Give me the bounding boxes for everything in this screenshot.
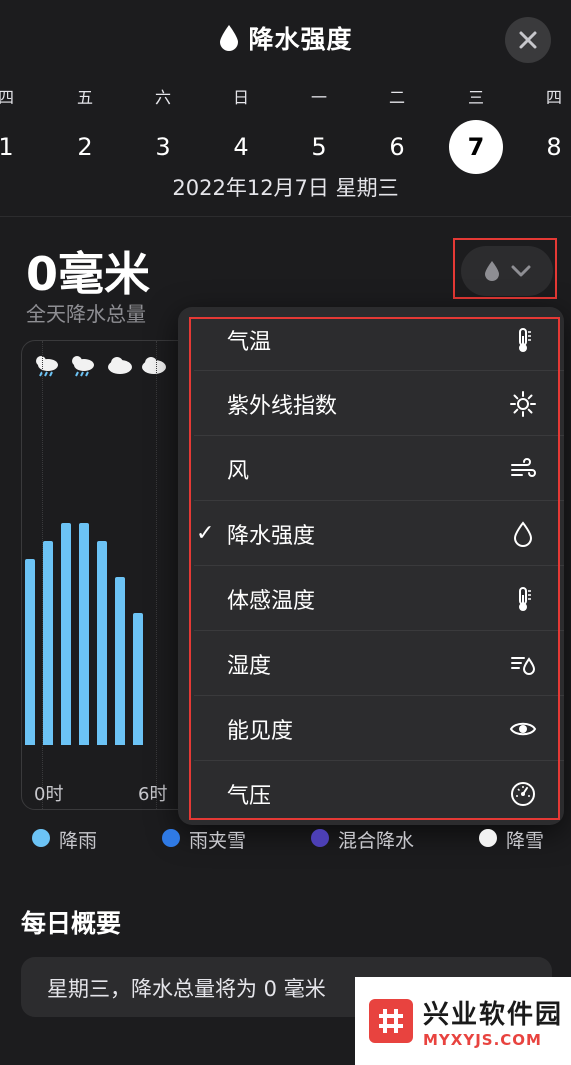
legend-label: 降雪 (506, 830, 545, 852)
weekday-label: 二 (388, 88, 406, 107)
day-button[interactable]: 2 (58, 120, 112, 174)
weekday-label: 四 (0, 88, 15, 107)
day-button[interactable]: 6 (370, 120, 424, 174)
cloud-sun-rain-icon (36, 356, 58, 377)
date-line: 2022年12月7日 星期三 (172, 176, 399, 200)
legend-swatch-rain (32, 829, 50, 847)
legend-swatch-snow (479, 829, 497, 847)
watermark-text: 兴业软件园 (423, 999, 564, 1030)
weekday-label: 六 (154, 88, 172, 107)
precipitation-caption: 全天降水总量 (26, 302, 146, 326)
chart-bar (133, 613, 143, 745)
watermark-url: MYXYJS.COM (423, 1030, 542, 1049)
cloud-icon (142, 357, 166, 374)
close-icon (519, 31, 537, 49)
page-title: 降水强度 (248, 25, 353, 54)
chart-bar (61, 523, 71, 745)
day-button-selected[interactable]: 7 (449, 120, 503, 174)
legend-label: 雨夹雪 (189, 830, 247, 852)
chart-bar (25, 559, 35, 745)
day-button[interactable]: 5 (292, 120, 346, 174)
weekday-label: 三 (467, 88, 485, 107)
legend-label: 降雨 (59, 830, 98, 852)
precipitation-amount: 0毫米 (26, 247, 151, 301)
chart-bar (79, 523, 89, 745)
weekday-label: 日 (232, 88, 250, 107)
day-button[interactable]: 8 (527, 120, 571, 174)
daily-summary-title: 每日概要 (21, 909, 122, 938)
daily-summary-text: 星期三，降水总量将为 0 毫米 (47, 977, 326, 1001)
raindrop-icon (220, 25, 239, 51)
header: 降水强度 四 五 六 日 一 二 三 四 1 2 3 4 5 6 7 8 202… (0, 0, 571, 217)
weekday-label: 四 (545, 88, 563, 107)
highlight-box (189, 317, 560, 820)
weekday-label: 五 (76, 88, 94, 107)
legend-label: 混合降水 (338, 830, 415, 852)
title-row: 降水强度 (0, 20, 571, 56)
x-axis-label: 6时 (138, 784, 168, 805)
cloud-icon (108, 357, 132, 374)
close-button[interactable] (505, 17, 551, 63)
legend-swatch-mixed (311, 829, 329, 847)
legend-swatch-sleet (162, 829, 180, 847)
weekday-label: 一 (310, 88, 328, 107)
watermark: 兴业软件园 MYXYJS.COM (355, 977, 571, 1065)
chart-bar (115, 577, 125, 745)
x-axis-label: 0时 (34, 784, 64, 805)
highlight-box (453, 238, 557, 299)
day-button[interactable]: 1 (0, 120, 33, 174)
day-button[interactable]: 3 (136, 120, 190, 174)
day-button[interactable]: 4 (214, 120, 268, 174)
watermark-logo-icon (369, 999, 413, 1043)
chart-bar (97, 541, 107, 745)
chart-bar (43, 541, 53, 745)
grid-line (156, 341, 157, 809)
cloud-sun-rain-icon (72, 356, 94, 377)
